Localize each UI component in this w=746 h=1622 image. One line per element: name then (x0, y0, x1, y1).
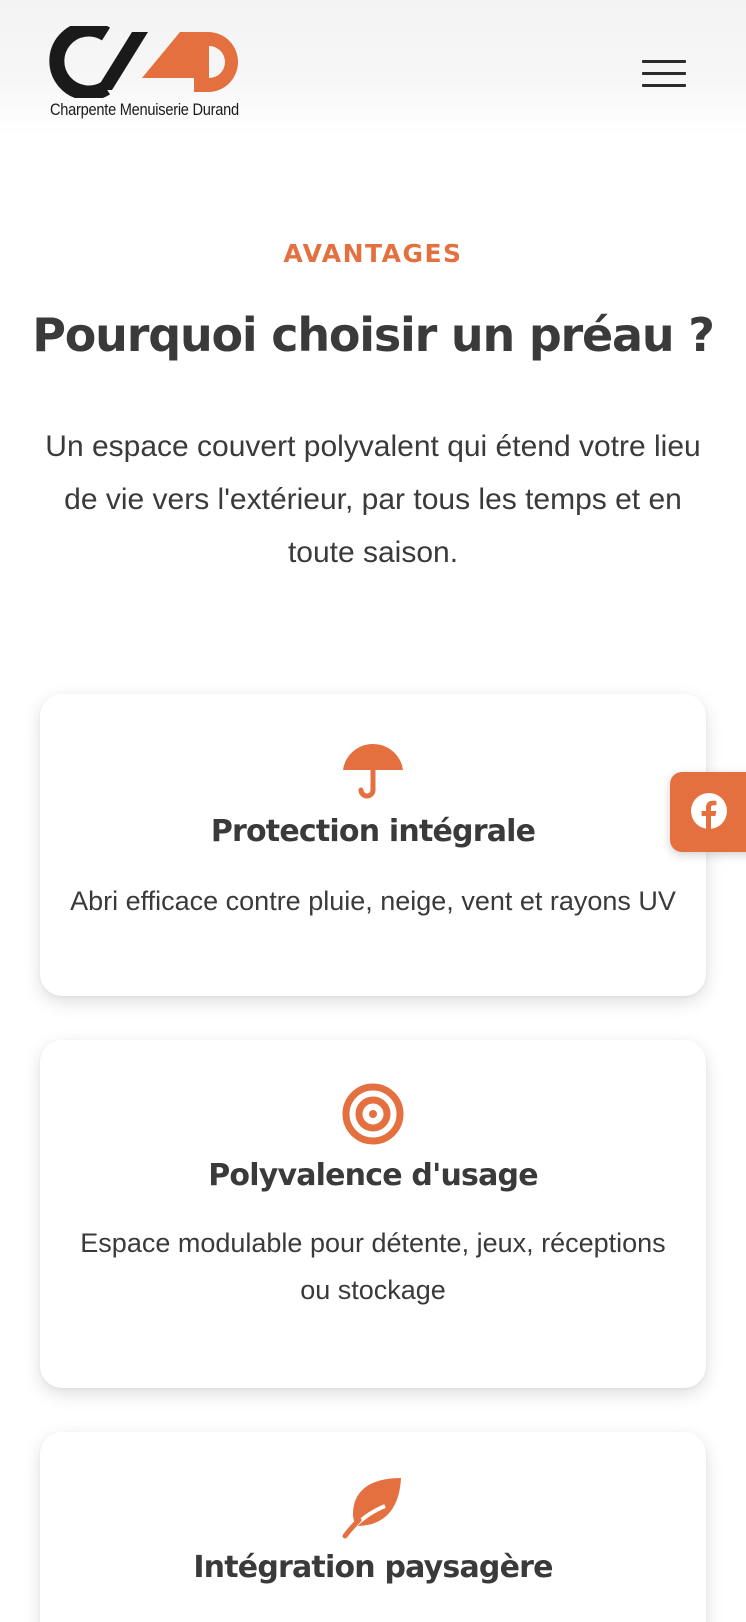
page: Charpente Menuiserie Durand AVANTAGES Po… (0, 0, 746, 1622)
brand-tagline: Charpente Menuiserie Durand (50, 100, 239, 119)
hamburger-icon (642, 72, 686, 75)
feature-title: Intégration paysagère (193, 1550, 553, 1585)
feature-title: Protection intégrale (210, 814, 536, 849)
feature-text: Espace modulable pour détente, jeux, réc… (80, 1228, 666, 1305)
target-icon (341, 1082, 405, 1146)
feature-card: Protection intégrale Abri efficace contr… (40, 694, 706, 996)
hamburger-icon (642, 84, 686, 87)
hamburger-icon (642, 60, 686, 63)
brand-logo[interactable]: Charpente Menuiserie Durand (44, 26, 254, 126)
umbrella-icon (341, 740, 405, 804)
feature-card: Polyvalence d'usage Espace modulable pou… (40, 1040, 706, 1388)
feature-text: Abri efficace contre pluie, neige, vent … (70, 886, 676, 916)
facebook-button[interactable] (670, 772, 746, 852)
site-header: Charpente Menuiserie Durand (0, 0, 746, 135)
feature-card: Intégration paysagère (40, 1432, 706, 1622)
cmd-logo-icon (49, 26, 238, 98)
section-description: Un espace couvert polyvalent qui étend v… (45, 430, 701, 569)
section-eyebrow: AVANTAGES (283, 239, 463, 268)
section-title: Pourquoi choisir un préau ? (32, 308, 715, 362)
feature-title: Polyvalence d'usage (208, 1158, 538, 1193)
hamburger-menu-button[interactable] (640, 58, 688, 92)
facebook-icon (691, 793, 727, 829)
leaf-icon (341, 1476, 405, 1540)
